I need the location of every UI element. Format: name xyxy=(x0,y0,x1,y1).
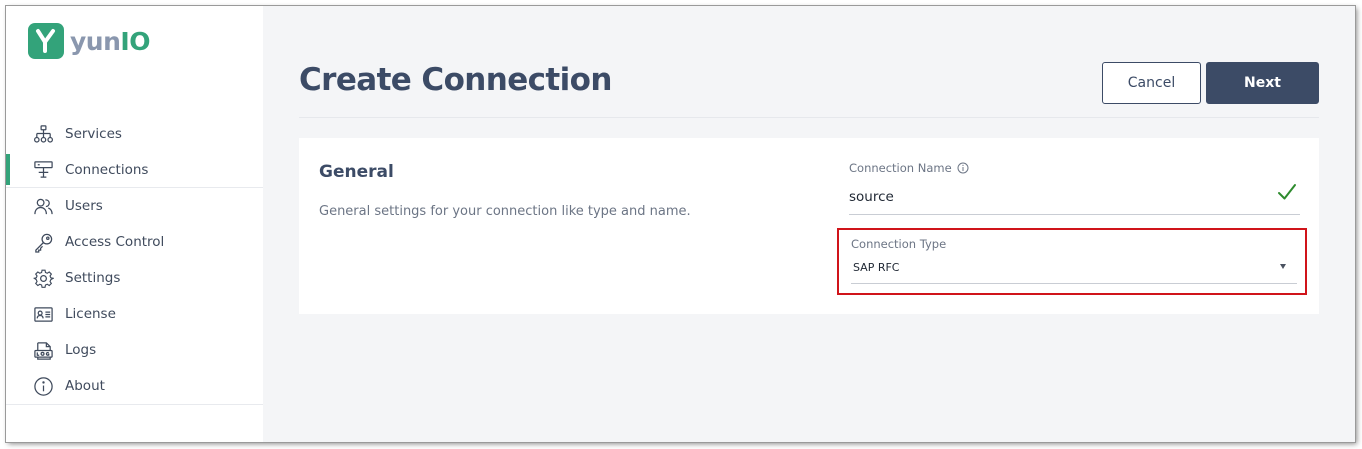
logo-mark xyxy=(28,23,64,59)
sidebar-item-about[interactable]: About xyxy=(6,368,263,404)
key-icon xyxy=(32,231,54,253)
info-icon xyxy=(32,375,54,397)
sidebar-item-label: Settings xyxy=(65,270,121,286)
sidebar-item-services[interactable]: Services xyxy=(6,116,263,152)
general-settings-card: General General settings for your connec… xyxy=(299,138,1319,314)
connection-type-label: Connection Type xyxy=(851,237,947,251)
sidebar-item-label: Connections xyxy=(65,161,149,178)
info-icon[interactable] xyxy=(957,162,969,174)
page-title: Create Connection xyxy=(299,62,612,98)
sidebar-item-label: About xyxy=(65,378,105,394)
sitemap-icon xyxy=(32,123,54,145)
gear-icon xyxy=(32,267,54,289)
connection-name-input[interactable]: source xyxy=(849,189,894,205)
cancel-button[interactable]: Cancel xyxy=(1102,62,1201,104)
sidebar-item-connections[interactable]: Connections xyxy=(6,152,263,188)
users-icon xyxy=(32,195,54,217)
caret-down-icon[interactable] xyxy=(1280,264,1286,269)
checkmark-icon xyxy=(1278,184,1296,200)
sidebar-divider xyxy=(6,404,263,405)
sidebar-item-label: Access Control xyxy=(65,234,165,250)
connection-name-label: Connection Name xyxy=(849,161,969,175)
connection-name-underline xyxy=(849,214,1300,215)
id-card-icon xyxy=(32,303,54,325)
sidebar-item-users[interactable]: Users xyxy=(6,188,263,224)
next-button[interactable]: Next xyxy=(1206,62,1319,104)
sidebar-item-settings[interactable]: Settings xyxy=(6,260,263,296)
logo-wordmark: yunIO xyxy=(70,26,150,56)
title-divider xyxy=(299,117,1319,118)
section-description: General settings for your connection lik… xyxy=(319,204,691,219)
app-window: yunIO Services Connections Users Access … xyxy=(6,6,1355,442)
sidebar-item-label: Logs xyxy=(65,342,97,358)
section-title: General xyxy=(319,162,394,182)
logo[interactable]: yunIO xyxy=(28,23,150,59)
connection-type-select[interactable]: SAP RFC xyxy=(853,261,900,274)
sidebar-item-logs[interactable]: Logs xyxy=(6,332,263,368)
sidebar-nav: Services Connections Users Access Contro… xyxy=(6,116,263,404)
sidebar: yunIO Services Connections Users Access … xyxy=(6,6,263,442)
connection-type-underline xyxy=(851,283,1297,284)
sidebar-item-label: Services xyxy=(65,126,122,142)
sidebar-item-label: Users xyxy=(65,198,103,214)
sidebar-item-license[interactable]: License xyxy=(6,296,263,332)
connections-icon xyxy=(32,159,54,181)
sidebar-item-access-control[interactable]: Access Control xyxy=(6,224,263,260)
sidebar-item-label: License xyxy=(65,306,116,322)
logs-icon xyxy=(32,339,54,361)
